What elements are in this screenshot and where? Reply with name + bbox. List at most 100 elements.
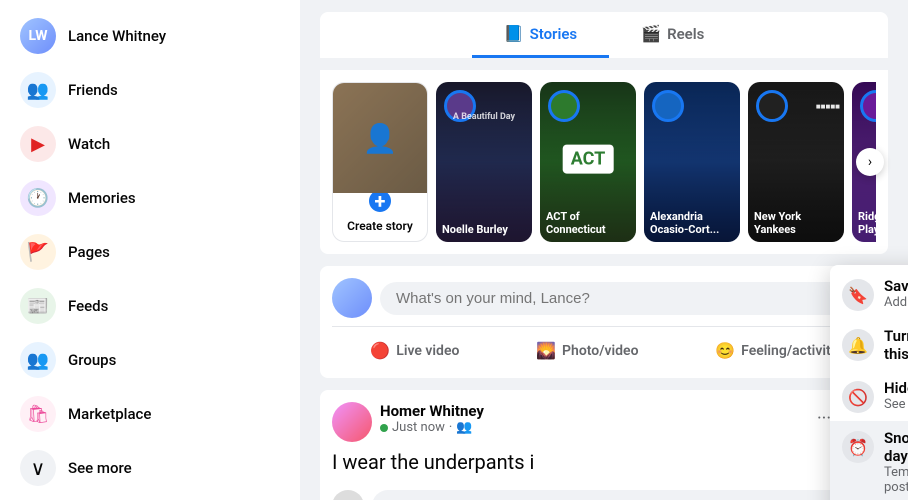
snooze-icon: ⏰ [842, 431, 874, 463]
stories-next-button[interactable]: › [856, 148, 884, 176]
sidebar-item-memories[interactable]: 🕐 Memories [8, 172, 292, 224]
noelle-story-name: Noelle Burley [442, 223, 526, 236]
post-meta: Just now · 👥 [380, 420, 800, 435]
post-time: Just now [392, 420, 445, 435]
marketplace-icon: 🛍 [20, 396, 56, 432]
dropdown-hide-text: Hide post See fewer posts like this. [884, 379, 908, 412]
story-aoc[interactable]: Alexandria Ocasio-Cort... [644, 82, 740, 242]
privacy-icon: 👥 [456, 420, 472, 435]
create-story-bottom: + Create story [343, 193, 417, 241]
friends-icon: · [449, 420, 452, 435]
feeling-label: Feeling/activity [741, 343, 837, 359]
sidebar-item-groups[interactable]: 👥 Groups [8, 334, 292, 386]
user-avatar: LW [20, 18, 56, 54]
sidebar-label-feeds: Feeds [68, 297, 108, 315]
sidebar-item-pages[interactable]: 🚩 Pages [8, 226, 292, 278]
yankees-story-name: New York Yankees [754, 210, 838, 236]
seemore-icon: ∨ [20, 450, 56, 486]
snooze-title: Snooze Homer for 30 days [884, 429, 908, 465]
photo-video-icon: 🌄 [536, 341, 556, 360]
stories-tab-icon: 📘 [504, 24, 524, 43]
reels-tab-label: Reels [667, 25, 704, 43]
feeling-icon: 😊 [715, 341, 735, 360]
sidebar-label-groups: Groups [68, 351, 116, 369]
friends-icon: 👥 [20, 72, 56, 108]
story-act[interactable]: ACT ACT of Connecticut [540, 82, 636, 242]
sidebar-item-friends[interactable]: 👥 Friends [8, 64, 292, 116]
dropdown-save-post[interactable]: 🔖 Save post Add this to your saved items… [830, 269, 908, 319]
notify-icon: 🔔 [842, 329, 874, 361]
ridgefield-story-name: Ridgefield Playhouse [858, 210, 876, 236]
shortcuts-title: Your shortcuts [0, 496, 300, 500]
story-yankees[interactable]: ■■■■■ New York Yankees [748, 82, 844, 242]
dropdown-snooze[interactable]: ⏰ Snooze Homer for 30 days Temporarily s… [830, 421, 908, 500]
sidebar-label-memories: Memories [68, 189, 136, 207]
notify-title: Turn on notifications for this post [884, 327, 908, 363]
sidebar-item-marketplace[interactable]: 🛍 Marketplace [8, 388, 292, 440]
create-story-label: Create story [347, 219, 413, 233]
sidebar-label-pages: Pages [68, 243, 110, 261]
sidebar-label-seemore: See more [68, 459, 132, 477]
tab-reels[interactable]: 🎬 Reels [609, 12, 736, 58]
comment-area [332, 482, 876, 500]
hide-post-icon: 🚫 [842, 381, 874, 413]
post-compose-box: 🔴 Live video 🌄 Photo/video 😊 Feeling/act… [320, 266, 888, 378]
save-post-title: Save post [884, 277, 908, 295]
post-content-text: I wear the underpants i [332, 450, 876, 474]
dropdown-notify[interactable]: 🔔 Turn on notifications for this post [830, 319, 908, 371]
dropdown-notify-text: Turn on notifications for this post [884, 327, 908, 363]
feeling-activity-button[interactable]: 😊 Feeling/activity [703, 335, 849, 366]
user-name: Lance Whitney [68, 27, 166, 45]
aoc-avatar-ring [652, 90, 684, 122]
homer-avatar [332, 402, 372, 442]
sidebar-item-watch[interactable]: ▶ Watch [8, 118, 292, 170]
post-header: Homer Whitney Just now · 👥 ··· ✕ [332, 402, 876, 442]
dropdown-snooze-text: Snooze Homer for 30 days Temporarily sto… [884, 429, 908, 495]
create-story-bg: 👤 [333, 83, 427, 193]
snooze-sub: Temporarily stop seeing posts. [884, 465, 908, 495]
sidebar: LW Lance Whitney 👥 Friends ▶ Watch 🕐 Mem… [0, 0, 300, 500]
sidebar-item-seemore[interactable]: ∨ See more [8, 442, 292, 494]
commenter-avatar [332, 490, 364, 500]
live-video-label: Live video [396, 343, 459, 359]
post-options-dropdown: 🔖 Save post Add this to your saved items… [830, 265, 908, 500]
online-dot [380, 424, 388, 432]
sidebar-label-watch: Watch [68, 135, 110, 153]
aoc-story-name: Alexandria Ocasio-Cort... [650, 210, 734, 236]
create-story-card[interactable]: 👤 + Create story [332, 82, 428, 242]
yankees-stats: ■■■■■ [752, 102, 840, 111]
feeds-icon: 📰 [20, 288, 56, 324]
save-post-icon: 🔖 [842, 279, 874, 311]
sidebar-label-friends: Friends [68, 81, 118, 99]
watch-icon: ▶ [20, 126, 56, 162]
hide-post-title: Hide post [884, 379, 908, 397]
post-input-row [332, 278, 876, 318]
photo-video-button[interactable]: 🌄 Photo/video [524, 335, 650, 366]
live-video-button[interactable]: 🔴 Live video [358, 335, 471, 366]
live-video-icon: 🔴 [370, 341, 390, 360]
story-noelle[interactable]: Noelle Burley A Beautiful Day [436, 82, 532, 242]
sidebar-user-profile[interactable]: LW Lance Whitney [8, 10, 292, 62]
post-text-input[interactable] [380, 282, 876, 315]
stories-reels-tabs: 📘 Stories 🎬 Reels [320, 12, 888, 58]
sidebar-item-feeds[interactable]: 📰 Feeds [8, 280, 292, 332]
act-text-overlay: ACT [563, 145, 614, 174]
main-content: 📘 Stories 🎬 Reels 👤 + Create story [300, 0, 908, 500]
hide-post-sub: See fewer posts like this. [884, 397, 908, 412]
compose-user-avatar [332, 278, 372, 318]
dropdown-save-text: Save post Add this to your saved items. [884, 277, 908, 310]
comment-input[interactable] [372, 490, 876, 500]
reels-tab-icon: 🎬 [641, 24, 661, 43]
stories-tab-label: Stories [530, 25, 578, 43]
pages-icon: 🚩 [20, 234, 56, 270]
save-post-sub: Add this to your saved items. [884, 295, 908, 310]
tab-stories[interactable]: 📘 Stories [472, 12, 610, 58]
act-story-name: ACT of Connecticut [546, 210, 630, 236]
photo-video-label: Photo/video [562, 343, 639, 359]
sidebar-label-marketplace: Marketplace [68, 405, 151, 423]
memories-icon: 🕐 [20, 180, 56, 216]
dropdown-hide-post[interactable]: 🚫 Hide post See fewer posts like this. [830, 371, 908, 421]
homer-post-card: Homer Whitney Just now · 👥 ··· ✕ I wear … [320, 390, 888, 500]
groups-icon: 👥 [20, 342, 56, 378]
homer-user-name: Homer Whitney [380, 402, 800, 420]
